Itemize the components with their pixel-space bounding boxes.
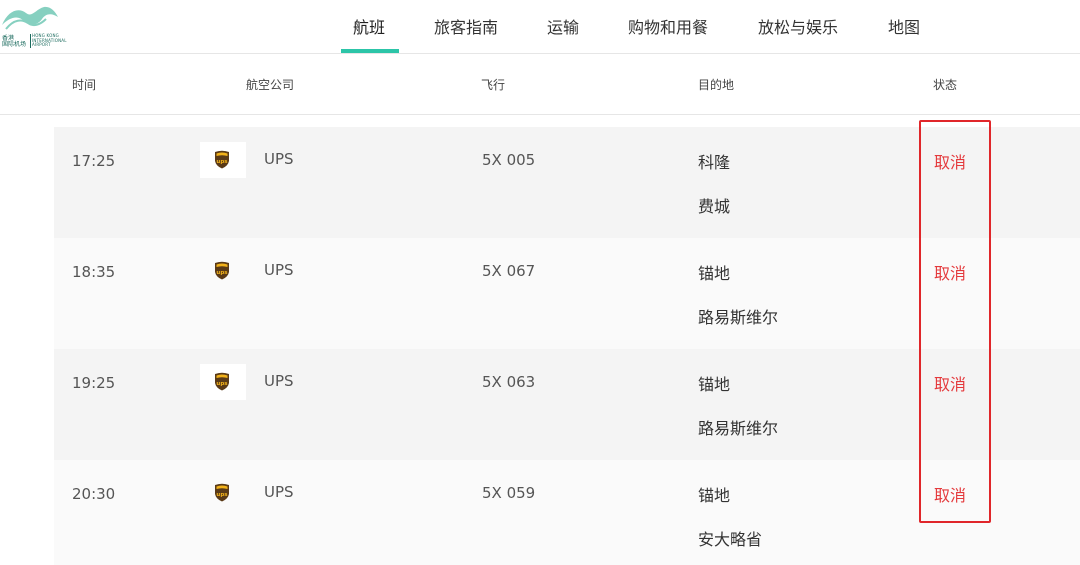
logo-chinese-text: 香港 国际机场 — [2, 36, 30, 48]
row-destination-2: 安大略省 — [698, 530, 763, 549]
col-header-time: 时间 — [72, 78, 97, 92]
airline-logo-box: ups — [200, 253, 246, 289]
hkia-logo[interactable]: 香港 国际机场 HONG KONG INTERNATIONAL AIRPORT — [0, 3, 80, 49]
ups-shield-icon: ups — [215, 261, 229, 280]
airline-logo-box: ups — [200, 475, 246, 511]
table-header: 时间 航空公司 飞行 目的地 状态 — [0, 55, 1080, 115]
logo-cn-line2: 国际机场 — [2, 41, 27, 48]
row-flight-number[interactable]: 5X 005 — [482, 151, 535, 169]
svg-text:ups: ups — [216, 270, 228, 276]
airline-logo-box: ups — [200, 142, 246, 178]
row-flight-number[interactable]: 5X 067 — [482, 262, 535, 280]
col-header-flight: 飞行 — [481, 78, 506, 92]
row-flight-number[interactable]: 5X 059 — [482, 484, 535, 502]
row-destination-1: 锚地 — [698, 486, 731, 505]
ups-shield-icon: ups — [215, 483, 229, 502]
nav-item-shopping-dining[interactable]: 购物和用餐 — [628, 14, 708, 38]
row-airline: UPS — [264, 150, 294, 168]
nav-active-underline — [341, 49, 399, 53]
ups-shield-icon: ups — [215, 150, 229, 169]
svg-text:ups: ups — [216, 492, 228, 498]
nav-item-map[interactable]: 地图 — [888, 14, 920, 38]
col-header-destination: 目的地 — [698, 78, 735, 92]
svg-text:ups: ups — [216, 381, 228, 387]
nav-item-flights[interactable]: 航班 — [353, 14, 385, 38]
svg-text:ups: ups — [216, 159, 228, 165]
logo-english-text: HONG KONG INTERNATIONAL AIRPORT — [32, 33, 76, 48]
row-time: 17:25 — [72, 152, 116, 170]
row-time: 19:25 — [72, 374, 116, 392]
row-destination-2: 路易斯维尔 — [698, 308, 779, 327]
nav-item-transport[interactable]: 运输 — [547, 14, 579, 38]
row-destination-1: 锚地 — [698, 264, 731, 283]
logo-divider — [30, 34, 31, 48]
row-time: 20:30 — [72, 485, 116, 503]
col-header-status: 状态 — [933, 78, 958, 92]
col-header-airline: 航空公司 — [246, 78, 295, 92]
row-destination-1: 锚地 — [698, 375, 731, 394]
row-destination-1: 科隆 — [698, 153, 731, 172]
status-highlight-box — [919, 120, 991, 523]
logo-en-line3: AIRPORT — [32, 42, 51, 47]
row-airline: UPS — [264, 261, 294, 279]
nav-item-relax-entertainment[interactable]: 放松与娱乐 — [758, 14, 838, 38]
site-header: 香港 国际机场 HONG KONG INTERNATIONAL AIRPORT … — [0, 0, 1080, 54]
row-destination-2: 费城 — [698, 197, 731, 216]
row-time: 18:35 — [72, 263, 116, 281]
airline-logo-box: ups — [200, 364, 246, 400]
row-airline: UPS — [264, 483, 294, 501]
nav-item-passenger-guide[interactable]: 旅客指南 — [434, 14, 498, 38]
row-flight-number[interactable]: 5X 063 — [482, 373, 535, 391]
ups-shield-icon: ups — [215, 372, 229, 391]
logo-wave-icon — [2, 6, 58, 30]
row-airline: UPS — [264, 372, 294, 390]
row-destination-2: 路易斯维尔 — [698, 419, 779, 438]
